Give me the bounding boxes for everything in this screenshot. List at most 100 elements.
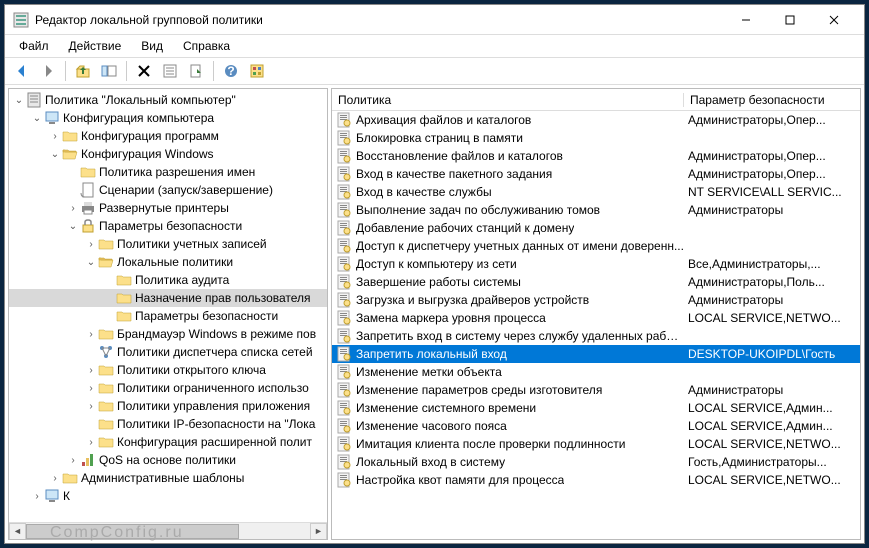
tree-printers[interactable]: ›Развернутые принтеры [9,199,327,217]
tree-local-policies[interactable]: ⌄ Локальные политики [9,253,327,271]
policy-row[interactable]: Восстановление файлов и каталогов Админис… [332,147,860,165]
options-button[interactable] [246,60,268,82]
policy-row[interactable]: Изменение параметров среды изготовителяА… [332,381,860,399]
tree-label: QoS на основе политики [99,453,236,467]
policy-row[interactable]: Добавление рабочих станций к домену [332,219,860,237]
tree-windows-config[interactable]: ⌄ Конфигурация Windows [9,145,327,163]
policy-row[interactable]: Выполнение задач по обслуживанию томовАд… [332,201,860,219]
policy-name: Локальный вход в систему [356,455,505,469]
gpedit-window: Редактор локальной групповой политики Фа… [4,4,865,544]
policy-row[interactable]: Настройка квот памяти для процессаLOCAL … [332,471,860,489]
tree-software-config[interactable]: ›Конфигурация программ [9,127,327,145]
expand-icon[interactable]: › [85,383,97,394]
policy-row[interactable]: Запретить локальный входDESKTOP-UKOIPDL\… [332,345,860,363]
tree-name-resolution[interactable]: Политика разрешения имен [9,163,327,181]
tree-security-settings[interactable]: ⌄Параметры безопасности [9,217,327,235]
policy-value: Администраторы [684,383,860,397]
tree-advanced-audit[interactable]: ›Конфигурация расширенной полит [9,433,327,451]
back-button[interactable] [11,60,33,82]
policy-value: Администраторы,Опер... [684,113,860,127]
separator [65,61,66,81]
expand-icon[interactable]: › [85,365,97,376]
tree-public-key[interactable]: ›Политики открытого ключа [9,361,327,379]
tree-scripts[interactable]: Сценарии (запуск/завершение) [9,181,327,199]
policy-value: Администраторы,Опер... [684,149,860,163]
delete-button[interactable] [133,60,155,82]
collapse-icon[interactable]: ⌄ [31,113,43,124]
tree-account-policies[interactable]: ›Политики учетных записей [9,235,327,253]
tree-network-list[interactable]: Политики диспетчера списка сетей [9,343,327,361]
expand-icon[interactable]: › [67,455,79,466]
policy-value: NT SERVICE\ALL SERVIC... [684,185,860,199]
expand-icon[interactable]: › [85,239,97,250]
tree-software-restriction[interactable]: ›Политики ограниченного использо [9,379,327,397]
tree-qos[interactable]: › QoS на основе политики [9,451,327,469]
expand-icon[interactable]: › [49,473,61,484]
show-hide-tree-button[interactable] [98,60,120,82]
tree-label: Локальные политики [117,255,233,269]
collapse-icon[interactable]: ⌄ [67,221,79,232]
tree-firewall[interactable]: ›Брандмауэр Windows в режиме пов [9,325,327,343]
policy-name: Загрузка и выгрузка драйверов устройств [356,293,589,307]
list-pane[interactable]: Политика Параметр безопасности Архивация… [331,88,861,540]
policy-row[interactable]: Завершение работы системыАдминистраторы,… [332,273,860,291]
properties-button[interactable] [159,60,181,82]
tree-label: Конфигурация Windows [81,147,214,161]
toolbar: ? [5,57,864,85]
list-header[interactable]: Политика Параметр безопасности [332,89,860,111]
menu-help[interactable]: Справка [175,37,238,55]
policy-row[interactable]: Доступ к диспетчеру учетных данных от им… [332,237,860,255]
menu-view[interactable]: Вид [133,37,171,55]
tree-security-options[interactable]: Параметры безопасности [9,307,327,325]
policy-row[interactable]: Вход в качестве пакетного заданияАдминис… [332,165,860,183]
tree-user-rights[interactable]: Назначение прав пользователя [9,289,327,307]
policy-name: Изменение метки объекта [356,365,502,379]
policy-row[interactable]: Доступ к компьютеру из сетиВсе,Администр… [332,255,860,273]
policy-row[interactable]: Архивация файлов и каталоговАдминистрато… [332,111,860,129]
policy-row[interactable]: Замена маркера уровня процессаLOCAL SERV… [332,309,860,327]
close-button[interactable] [812,6,856,34]
policy-row[interactable]: Имитация клиента после проверки подлинно… [332,435,860,453]
forward-button[interactable] [37,60,59,82]
expand-icon[interactable]: › [67,203,79,214]
policy-row[interactable]: Изменение системного времениLOCAL SERVIC… [332,399,860,417]
tree-admin-templates[interactable]: ›Административные шаблоны [9,469,327,487]
expand-icon[interactable]: › [49,131,61,142]
tree-root[interactable]: ⌄Политика "Локальный компьютер" [9,91,327,109]
maximize-button[interactable] [768,6,812,34]
policy-row[interactable]: Загрузка и выгрузка драйверов устройствА… [332,291,860,309]
policy-row[interactable]: Блокировка страниц в памяти [332,129,860,147]
up-button[interactable] [72,60,94,82]
policy-row[interactable]: Изменение часового поясаLOCAL SERVICE,Ад… [332,417,860,435]
tree-audit-policy[interactable]: Политика аудита [9,271,327,289]
export-button[interactable] [185,60,207,82]
titlebar: Редактор локальной групповой политики [5,5,864,35]
tree-computer-config[interactable]: ⌄Конфигурация компьютера [9,109,327,127]
column-policy[interactable]: Политика [332,93,684,107]
tree-app-control[interactable]: ›Политики управления приложения [9,397,327,415]
collapse-icon[interactable]: ⌄ [49,149,61,160]
column-security[interactable]: Параметр безопасности [684,93,860,107]
minimize-button[interactable] [724,6,768,34]
tree-pane[interactable]: ⌄Политика "Локальный компьютер"⌄Конфигур… [8,88,328,540]
tree-truncated[interactable]: ›К [9,487,327,505]
policy-row[interactable]: Локальный вход в системуГость,Администра… [332,453,860,471]
policy-row[interactable]: Изменение метки объекта [332,363,860,381]
scroll-left-button[interactable]: ◄ [9,523,26,540]
expand-icon[interactable]: › [31,491,43,502]
tree-ip-security[interactable]: Политики IP-безопасности на "Лока [9,415,327,433]
policy-row[interactable]: Вход в качестве службыNT SERVICE\ALL SER… [332,183,860,201]
tree-label: Политика аудита [135,273,229,287]
collapse-icon[interactable]: ⌄ [13,95,25,106]
policy-name: Восстановление файлов и каталогов [356,149,563,163]
collapse-icon[interactable]: ⌄ [85,257,97,268]
policy-row[interactable]: Запретить вход в систему через службу уд… [332,327,860,345]
expand-icon[interactable]: › [85,437,97,448]
help-button[interactable]: ? [220,60,242,82]
scroll-right-button[interactable]: ► [310,523,327,540]
menu-action[interactable]: Действие [61,37,130,55]
expand-icon[interactable]: › [85,401,97,412]
policy-name: Доступ к диспетчеру учетных данных от им… [356,239,684,253]
expand-icon[interactable]: › [85,329,97,340]
menu-file[interactable]: Файл [11,37,57,55]
